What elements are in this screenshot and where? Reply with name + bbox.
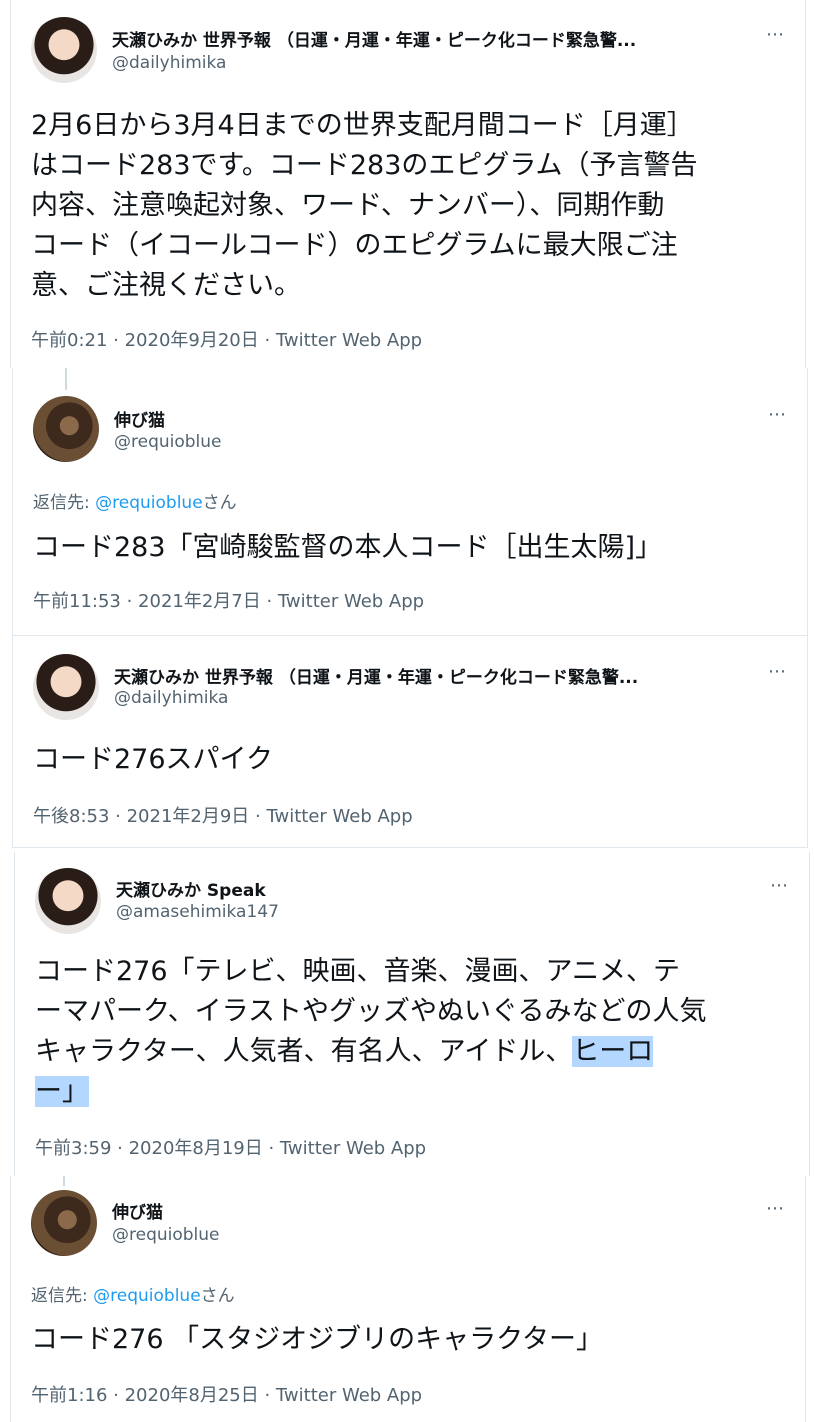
display-name[interactable]: 伸び猫 — [112, 1198, 163, 1223]
tweet-5[interactable]: 伸び猫 @requioblue ⋯ 返信先: @requioblueさん コード… — [10, 1176, 806, 1422]
reply-to-link[interactable]: @requioblue — [93, 1286, 201, 1306]
avatar[interactable] — [35, 868, 101, 934]
avatar[interactable] — [33, 396, 99, 462]
thread-connector — [63, 1176, 65, 1186]
tweet-4[interactable]: 天瀬ひみか Speak @amasehimika147 ⋯ コード276「テレビ… — [14, 852, 810, 1176]
selected-text: ヒーロ — [572, 1036, 654, 1067]
tweet-timestamp[interactable]: 午前3:59 · 2020年8月19日 · Twitter Web App — [35, 1134, 426, 1160]
more-options-icon[interactable]: ⋯ — [768, 404, 787, 425]
reply-to-link[interactable]: @requioblue — [95, 493, 203, 513]
tweet-timestamp[interactable]: 午後8:53 · 2021年2月9日 · Twitter Web App — [33, 802, 413, 828]
more-options-icon[interactable]: ⋯ — [766, 24, 785, 45]
avatar[interactable] — [31, 1190, 97, 1256]
reply-to-prefix: 返信先: — [31, 1286, 94, 1306]
handle[interactable]: @requioblue — [112, 1225, 220, 1245]
tweet-text-segment: キャラクター、人気者、有名人、アイドル、 — [35, 1036, 573, 1067]
reply-to-prefix: 返信先: — [33, 493, 96, 513]
divider — [13, 847, 807, 848]
tweet-text-line: ーマパーク、イラストやグッズやぬいぐるみなどの人気 — [35, 996, 707, 1027]
tweet-2[interactable]: 伸び猫 @requioblue ⋯ 返信先: @requioblueさん コード… — [12, 368, 808, 636]
reply-to-suffix: さん — [202, 493, 237, 513]
display-name[interactable]: 伸び猫 — [114, 406, 165, 431]
tweet-3[interactable]: 天瀬ひみか 世界予報 （日運・月運・年運・ピーク化コード緊急警... @dail… — [12, 636, 808, 848]
display-name[interactable]: 天瀬ひみか Speak — [116, 876, 266, 901]
tweet-text: コード276スパイク — [33, 740, 273, 780]
tweet-text-line: コード276「テレビ、映画、音楽、漫画、アニメ、テ — [35, 956, 680, 987]
reply-to: 返信先: @requioblueさん — [33, 488, 237, 513]
handle[interactable]: @amasehimika147 — [116, 902, 279, 922]
display-name[interactable]: 天瀬ひみか 世界予報 （日運・月運・年運・ピーク化コード緊急警... — [114, 663, 724, 688]
tweet-text-line: コード276スパイク — [33, 744, 273, 775]
more-options-icon[interactable]: ⋯ — [770, 875, 789, 896]
display-name[interactable]: 天瀬ひみか 世界予報 （日運・月運・年運・ピーク化コード緊急警... — [112, 26, 722, 51]
tweet-text-line: 2月6日から3月4日までの世界支配月間コード［月運］ — [31, 110, 694, 141]
tweet-text-line: コード（イコールコード）のエピグラムに最大限ご注 — [31, 230, 678, 261]
avatar[interactable] — [33, 654, 99, 720]
tweet-text: コード276「テレビ、映画、音楽、漫画、アニメ、テ ーマパーク、イラストやグッズ… — [35, 952, 707, 1112]
handle[interactable]: @dailyhimika — [114, 688, 228, 708]
more-options-icon[interactable]: ⋯ — [768, 661, 787, 682]
selected-text: ー」 — [35, 1076, 89, 1107]
tweet-text-line: ー」 — [35, 1072, 707, 1112]
tweet-text-line: キャラクター、人気者、有名人、アイドル、ヒーロ — [35, 1032, 707, 1072]
tweet-text-line: 意、ご注視ください。 — [31, 270, 301, 301]
more-options-icon[interactable]: ⋯ — [766, 1198, 785, 1219]
tweet-timestamp[interactable]: 午前11:53 · 2021年2月7日 · Twitter Web App — [33, 587, 424, 613]
tweet-text-line: コード276 「スタジオジブリのキャラクター」 — [31, 1324, 604, 1355]
handle[interactable]: @requioblue — [114, 432, 222, 452]
reply-to-suffix: さん — [200, 1286, 235, 1306]
reply-to: 返信先: @requioblueさん — [31, 1281, 235, 1306]
avatar[interactable] — [31, 17, 97, 83]
tweet-timestamp[interactable]: 午前0:21 · 2020年9月20日 · Twitter Web App — [31, 326, 422, 352]
tweet-text-line: コード283「宮崎駿監督の本人コード［出生太陽]」 — [33, 532, 663, 563]
tweet-timestamp[interactable]: 午前1:16 · 2020年8月25日 · Twitter Web App — [31, 1381, 422, 1407]
tweet-1[interactable]: 天瀬ひみか 世界予報 （日運・月運・年運・ピーク化コード緊急警... @dail… — [10, 0, 806, 368]
tweet-text-line: 内容、注意喚起対象、ワード、ナンバー）、同期作動 — [31, 190, 665, 221]
tweet-text: 2月6日から3月4日までの世界支配月間コード［月運］ はコード283です。コード… — [31, 106, 698, 306]
handle[interactable]: @dailyhimika — [112, 53, 226, 73]
thread-connector — [65, 368, 67, 390]
tweet-text-line: はコード283です。コード283のエピグラム（予言警告 — [31, 150, 698, 181]
tweet-text: コード276 「スタジオジブリのキャラクター」 — [31, 1320, 603, 1360]
tweet-text: コード283「宮崎駿監督の本人コード［出生太陽]」 — [33, 528, 662, 568]
